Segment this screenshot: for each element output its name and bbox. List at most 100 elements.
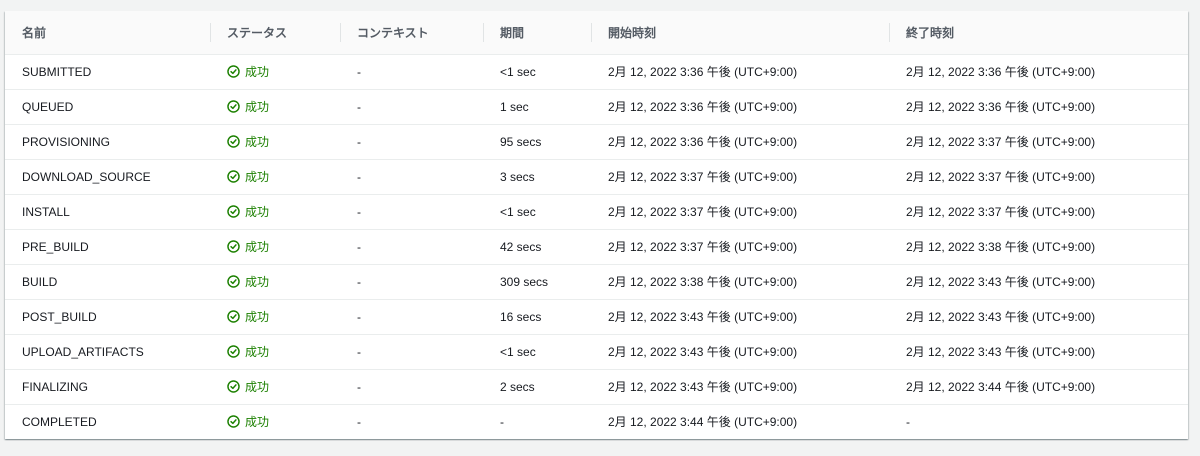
column-header-start-time: 開始時刻: [591, 11, 889, 55]
end-time-cell: 2月 12, 2022 3:44 午後 (UTC+9:00): [889, 369, 1188, 405]
status-badge: 成功: [227, 168, 269, 185]
build-phases-table: 名前 ステータス コンテキスト 期間 開始時刻 終了時刻 SUBMITTED 成…: [5, 11, 1188, 439]
end-time-cell: 2月 12, 2022 3:36 午後 (UTC+9:00): [889, 89, 1188, 125]
end-time-cell: 2月 12, 2022 3:37 午後 (UTC+9:00): [889, 124, 1188, 160]
status-cell: 成功: [210, 89, 340, 125]
phase-name: POST_BUILD: [5, 299, 210, 335]
status-cell: 成功: [210, 334, 340, 370]
status-text: 成功: [245, 274, 270, 289]
check-circle-icon: [227, 64, 240, 78]
status-cell: 成功: [210, 194, 340, 230]
table-row: UPLOAD_ARTIFACTS 成功 - <1 sec 2月 12, 2022…: [5, 334, 1188, 370]
start-time-cell: 2月 12, 2022 3:38 午後 (UTC+9:00): [591, 264, 889, 300]
start-time-cell: 2月 12, 2022 3:36 午後 (UTC+9:00): [591, 89, 889, 125]
check-circle-icon: [227, 414, 240, 428]
start-time-cell: 2月 12, 2022 3:43 午後 (UTC+9:00): [591, 334, 889, 370]
status-text: 成功: [245, 99, 270, 114]
status-text: 成功: [245, 169, 270, 184]
check-circle-icon: [227, 134, 240, 148]
table-row: DOWNLOAD_SOURCE 成功 - 3 secs 2月 12, 2022 …: [5, 159, 1188, 195]
phase-name: BUILD: [5, 264, 210, 300]
end-time-cell: -: [906, 414, 910, 429]
context-cell: -: [340, 334, 483, 370]
status-badge: 成功: [227, 378, 269, 395]
phase-name: QUEUED: [5, 89, 210, 125]
status-cell: 成功: [210, 404, 340, 439]
phase-name: FINALIZING: [5, 369, 210, 405]
status-cell: 成功: [210, 54, 340, 90]
duration-cell: <1 sec: [483, 334, 591, 370]
phase-name: DOWNLOAD_SOURCE: [5, 159, 210, 195]
duration-cell: 42 secs: [483, 229, 591, 265]
status-text: 成功: [245, 204, 270, 219]
check-circle-icon: [227, 274, 240, 288]
end-time-cell: 2月 12, 2022 3:37 午後 (UTC+9:00): [889, 159, 1188, 195]
status-text: 成功: [245, 134, 270, 149]
duration-cell: <1 sec: [483, 194, 591, 230]
status-badge: 成功: [227, 133, 269, 150]
status-cell: 成功: [210, 159, 340, 195]
start-time-cell: 2月 12, 2022 3:44 午後 (UTC+9:00): [608, 415, 798, 430]
table-row: FINALIZING 成功 - 2 secs 2月 12, 2022 3:43 …: [5, 369, 1188, 405]
duration-cell: 309 secs: [483, 264, 591, 300]
context-cell: -: [340, 264, 483, 300]
duration-cell: 2 secs: [483, 369, 591, 405]
column-header-context: コンテキスト: [340, 11, 483, 55]
start-time-cell: 2月 12, 2022 3:37 午後 (UTC+9:00): [591, 229, 889, 265]
context-cell: -: [340, 369, 483, 405]
start-time-cell: 2月 12, 2022 3:36 午後 (UTC+9:00): [591, 54, 889, 90]
duration-cell: -: [500, 414, 504, 429]
table-row: BUILD 成功 - 309 secs 2月 12, 2022 3:38 午後 …: [5, 264, 1188, 300]
phase-name: PROVISIONING: [5, 124, 210, 160]
end-time-cell: 2月 12, 2022 3:43 午後 (UTC+9:00): [889, 264, 1188, 300]
check-circle-icon: [227, 99, 240, 113]
table-row: SUBMITTED 成功 - <1 sec 2月 12, 2022 3:36 午…: [5, 54, 1188, 90]
table-row: QUEUED 成功 - 1 sec 2月 12, 2022 3:36 午後 (U…: [5, 89, 1188, 125]
column-header-duration: 期間: [483, 11, 591, 55]
column-header-end-time: 終了時刻: [889, 11, 1188, 55]
build-phases-panel: 名前 ステータス コンテキスト 期間 開始時刻 終了時刻 SUBMITTED 成…: [5, 11, 1188, 439]
status-badge: 成功: [227, 308, 269, 325]
context-cell: -: [357, 414, 361, 429]
status-text: 成功: [245, 379, 270, 394]
table-row: PRE_BUILD 成功 - 42 secs 2月 12, 2022 3:37 …: [5, 229, 1188, 265]
end-time-cell: 2月 12, 2022 3:36 午後 (UTC+9:00): [889, 54, 1188, 90]
status-cell: 成功: [210, 264, 340, 300]
end-time-cell: 2月 12, 2022 3:38 午後 (UTC+9:00): [889, 229, 1188, 265]
phase-name: INSTALL: [5, 194, 210, 230]
status-badge: 成功: [227, 343, 269, 360]
start-time-cell: 2月 12, 2022 3:36 午後 (UTC+9:00): [591, 124, 889, 160]
status-cell: 成功: [210, 369, 340, 405]
table-body: SUBMITTED 成功 - <1 sec 2月 12, 2022 3:36 午…: [5, 54, 1188, 439]
end-time-cell: 2月 12, 2022 3:43 午後 (UTC+9:00): [889, 299, 1188, 335]
table-header-row: 名前 ステータス コンテキスト 期間 開始時刻 終了時刻: [5, 11, 1188, 55]
status-badge: 成功: [227, 98, 269, 115]
duration-cell: 95 secs: [483, 124, 591, 160]
status-badge: 成功: [227, 238, 269, 255]
end-time-cell: 2月 12, 2022 3:43 午後 (UTC+9:00): [889, 334, 1188, 370]
duration-cell: 16 secs: [483, 299, 591, 335]
column-header-status: ステータス: [210, 11, 340, 55]
status-cell: 成功: [210, 299, 340, 335]
status-badge: 成功: [227, 413, 269, 430]
start-time-cell: 2月 12, 2022 3:43 午後 (UTC+9:00): [591, 299, 889, 335]
status-text: 成功: [245, 239, 270, 254]
phase-name: SUBMITTED: [5, 54, 210, 90]
context-cell: -: [340, 159, 483, 195]
phase-name: COMPLETED: [22, 414, 97, 429]
start-time-cell: 2月 12, 2022 3:43 午後 (UTC+9:00): [591, 369, 889, 405]
check-circle-icon: [227, 309, 240, 323]
status-text: 成功: [245, 309, 270, 324]
phase-name: UPLOAD_ARTIFACTS: [5, 334, 210, 370]
context-cell: -: [340, 299, 483, 335]
duration-cell: 1 sec: [483, 89, 591, 125]
status-cell: 成功: [210, 124, 340, 160]
start-time-cell: 2月 12, 2022 3:37 午後 (UTC+9:00): [591, 194, 889, 230]
check-circle-icon: [227, 169, 240, 183]
table-row: PROVISIONING 成功 - 95 secs 2月 12, 2022 3:…: [5, 124, 1188, 160]
table-row: POST_BUILD 成功 - 16 secs 2月 12, 2022 3:43…: [5, 299, 1188, 335]
context-cell: -: [340, 229, 483, 265]
check-circle-icon: [227, 344, 240, 358]
context-cell: -: [340, 54, 483, 90]
context-cell: -: [340, 124, 483, 160]
